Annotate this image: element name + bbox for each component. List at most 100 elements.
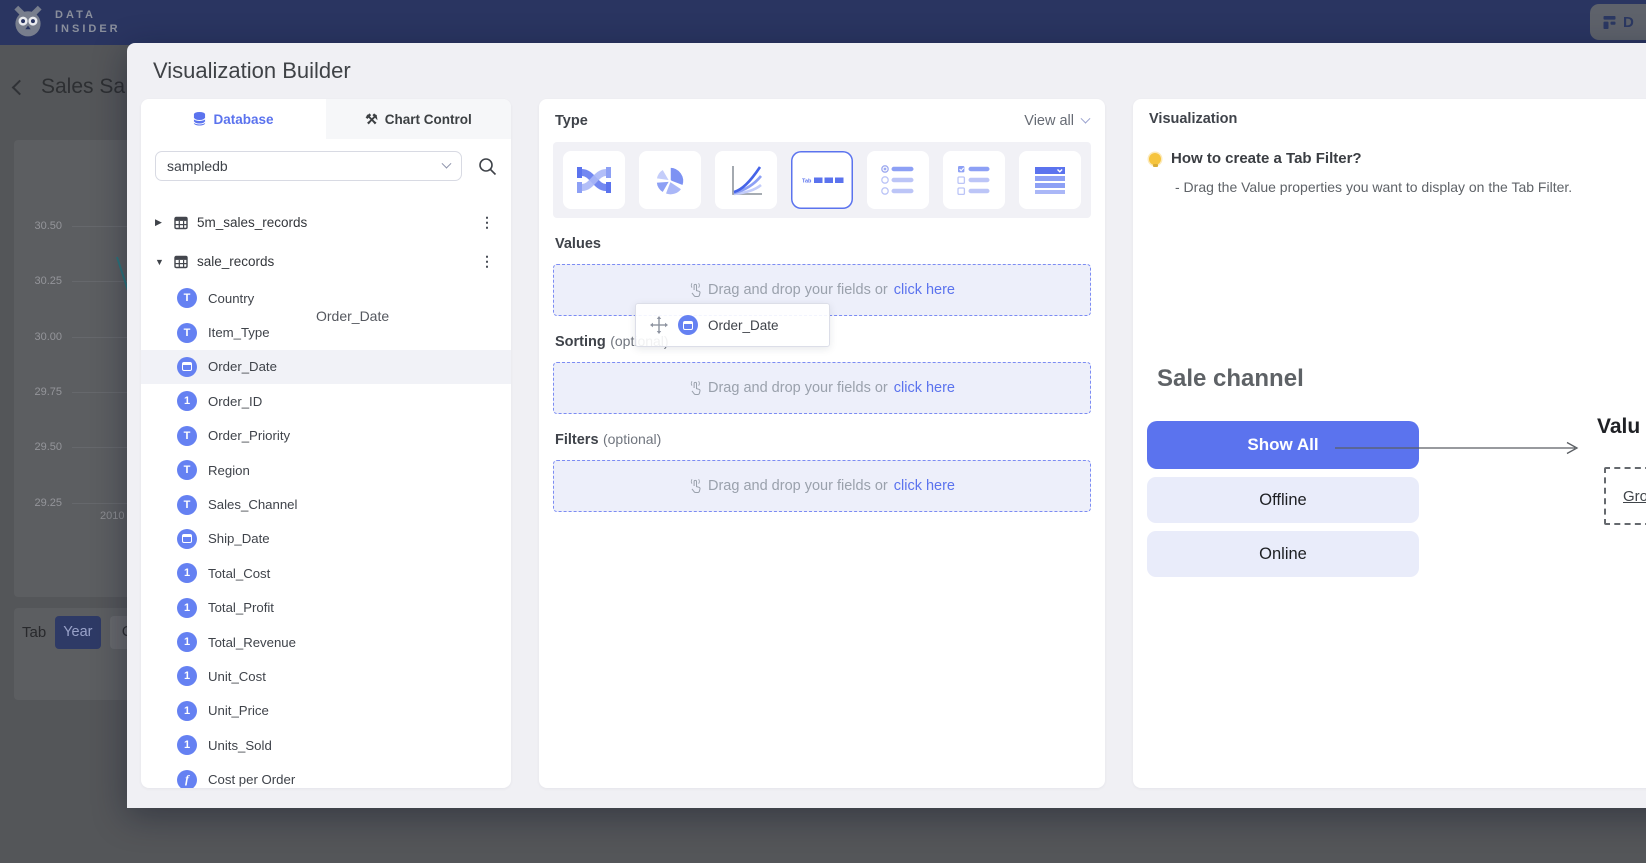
chart-type-tab-filter[interactable]: Tab [791, 151, 853, 209]
back-chevron-icon[interactable] [12, 79, 28, 95]
dashboard-button-label: D [1623, 14, 1634, 31]
chart-type-radio-list[interactable] [867, 151, 929, 209]
annotation-arrow [1335, 440, 1585, 456]
tab-chart-control-label: Chart Control [385, 112, 472, 127]
caret-down-icon[interactable]: ▼ [155, 257, 165, 267]
number-field-icon: 1 [177, 701, 197, 721]
chevron-down-icon [442, 158, 452, 168]
values-label: Values [555, 236, 601, 252]
tap-hand-icon [689, 478, 702, 494]
field-name: Country [208, 291, 254, 306]
database-select[interactable]: sampledb [155, 151, 462, 181]
database-select-value: sampledb [167, 158, 228, 174]
annotation-box[interactable]: Gro [1604, 467, 1646, 525]
field-item-total-profit[interactable]: 1Total_Profit [155, 591, 497, 625]
field-item-order-id[interactable]: 1Order_ID [155, 384, 497, 418]
chart-type-checkbox-list[interactable] [943, 151, 1005, 209]
tools-icon: ⚒ [365, 112, 378, 126]
field-item-unit-cost[interactable]: 1Unit_Cost [155, 659, 497, 693]
field-name: Total_Revenue [208, 635, 296, 650]
dashboard-icon [1602, 15, 1617, 30]
field-item-unit-price[interactable]: 1 Unit_Price [155, 694, 497, 728]
field-name: Units_Sold [208, 738, 272, 753]
field-name: Sales_Channel [208, 497, 297, 512]
field-name: Ship_Date [208, 531, 270, 546]
text-field-icon: T [177, 495, 197, 515]
checkbox-list-icon [954, 160, 994, 200]
tab-filter-icon: Tab [799, 160, 845, 200]
tab-database[interactable]: Database [141, 99, 326, 139]
annotation-box-link[interactable]: Gro [1623, 488, 1646, 505]
database-icon [193, 111, 206, 127]
sorting-dropzone[interactable]: Drag and drop your fields or click here [553, 362, 1091, 414]
table-node-5m-sales-records[interactable]: ▶ 5m_sales_records ⋮ [155, 203, 497, 242]
table-node-sale-records[interactable]: ▼ sale_records ⋮ [155, 242, 497, 281]
field-item-sales-channel[interactable]: T Sales_Channel [155, 487, 497, 521]
svg-text:Tab: Tab [802, 179, 812, 185]
table-icon [174, 255, 188, 269]
text-field-icon: T [177, 323, 197, 343]
field-name: Total_Cost [208, 566, 270, 581]
chart-type-line[interactable] [715, 151, 777, 209]
brand-logo[interactable]: DATA INSIDER [10, 3, 121, 41]
page-title: Sales Sa [41, 75, 125, 99]
tab-filter-year-button[interactable]: Year [55, 616, 100, 649]
field-item-ship-date[interactable]: Ship_Date [155, 522, 497, 556]
panel-tabs: Database ⚒ Chart Control [141, 99, 511, 139]
field-item-total-cost[interactable]: 1Total_Cost [155, 556, 497, 590]
screen: Sales Sa 30.50 30.25 30.00 29.75 29.50 2… [0, 0, 1646, 863]
view-all-label: View all [1024, 113, 1074, 129]
x-axis-tick: 2010 [100, 510, 124, 522]
date-field-icon [177, 529, 197, 549]
tip-header: How to create a Tab Filter? [1149, 150, 1646, 167]
number-field-icon: 1 [177, 598, 197, 618]
visualization-builder-modal: Visualization Builder Database ⚒ [127, 43, 1646, 808]
table-name: 5m_sales_records [197, 215, 307, 230]
offline-button[interactable]: Offline [1147, 477, 1419, 523]
number-field-icon: 1 [177, 666, 197, 686]
kebab-menu-icon[interactable]: ⋮ [477, 253, 497, 270]
field-name: Item_Type [208, 325, 270, 340]
topbar: DATA INSIDER D [0, 0, 1646, 45]
field-item-order-priority[interactable]: T Order_Priority [155, 419, 497, 453]
chart-type-strip: Tab [553, 142, 1091, 218]
kebab-menu-icon[interactable]: ⋮ [477, 214, 497, 231]
y-axis-tick: 29.50 [14, 441, 62, 453]
field-item-region[interactable]: TRegion [155, 453, 497, 487]
field-name: Unit_Price [208, 703, 269, 718]
type-label: Type [555, 113, 588, 129]
brand-line2: INSIDER [55, 22, 121, 36]
function-field-icon: f [177, 770, 197, 788]
field-item-order-date[interactable]: Order_Date [141, 350, 511, 384]
dashboard-button[interactable]: D [1590, 4, 1646, 40]
view-all-button[interactable]: View all [1024, 113, 1089, 129]
builder-panel: Type View all [539, 99, 1105, 788]
caret-right-icon[interactable]: ▶ [155, 217, 165, 228]
tab-chart-control[interactable]: ⚒ Chart Control [326, 99, 511, 139]
chart-type-table[interactable] [1019, 151, 1081, 209]
field-item-total-revenue[interactable]: 1 Total_Revenue [155, 625, 497, 659]
filters-click-here-link[interactable]: click here [894, 478, 955, 494]
visualization-label: Visualization [1149, 111, 1646, 127]
field-item-cost-per-order[interactable]: fCost per Order [155, 762, 497, 788]
table-chart-icon [1030, 160, 1070, 200]
tap-hand-icon [689, 380, 702, 396]
chart-type-pie[interactable] [639, 151, 701, 209]
dragging-field-card[interactable]: Order_Date [635, 303, 830, 347]
preview-title: Sale channel [1157, 365, 1304, 393]
number-field-icon: 1 [177, 632, 197, 652]
tab-database-label: Database [213, 112, 273, 127]
field-name: Order_Priority [208, 428, 290, 443]
text-field-icon: T [177, 426, 197, 446]
table-name: sale_records [197, 254, 274, 269]
values-click-here-link[interactable]: click here [894, 282, 955, 298]
move-icon [650, 316, 668, 334]
field-item-units-sold[interactable]: 1Units_Sold [155, 728, 497, 762]
chart-type-sankey[interactable] [563, 151, 625, 209]
search-icon[interactable] [478, 157, 497, 176]
filters-dropzone[interactable]: Drag and drop your fields or click here [553, 460, 1091, 512]
dropzone-placeholder: Drag and drop your fields or [708, 380, 888, 396]
online-button[interactable]: Online [1147, 531, 1419, 577]
sorting-label: Sorting [555, 334, 606, 350]
sorting-click-here-link[interactable]: click here [894, 380, 955, 396]
